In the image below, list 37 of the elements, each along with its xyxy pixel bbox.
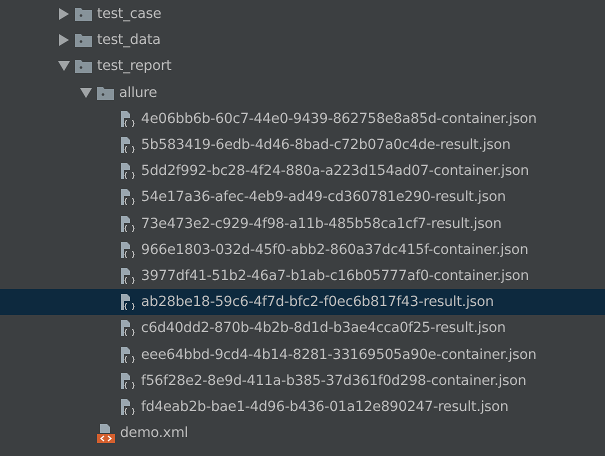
collapsed-arrow-icon[interactable] xyxy=(58,8,70,20)
folder-name[interactable]: test_case xyxy=(97,6,162,22)
file-name[interactable]: c6d40dd2-870b-4b2b-8d1d-b3ae4cca0f25-result.json xyxy=(141,320,506,336)
folder-name[interactable]: test_report xyxy=(97,58,172,74)
json-file-icon xyxy=(119,162,136,180)
file-name[interactable]: 5dd2f992-bc28-4f24-880a-a223d154ad07-container.json xyxy=(141,163,529,180)
json-file-icon xyxy=(119,319,136,338)
file-name[interactable]: 4e06bb6b-60c7-44e0-9439-862758e8a85d-container.json xyxy=(141,110,537,127)
json-file-icon xyxy=(119,346,136,364)
file-name[interactable]: f56f28e2-8e9d-411a-b385-37d361f0d298-container.json xyxy=(141,372,526,389)
folder-icon xyxy=(75,7,92,22)
json-file-icon xyxy=(119,293,136,312)
json-file-icon xyxy=(119,214,136,233)
json-file-icon xyxy=(119,240,136,259)
folder-name[interactable]: test_data xyxy=(97,32,161,48)
json-file-icon xyxy=(119,188,136,206)
json-file-icon xyxy=(119,398,136,416)
file-name[interactable]: 3977df41-51b2-46a7-b1ab-c16b05777af0-container.json xyxy=(141,268,529,284)
xml-file-icon xyxy=(97,423,115,444)
folder-icon xyxy=(97,86,114,100)
json-file-icon xyxy=(119,266,136,285)
file-name[interactable]: demo.xml xyxy=(120,425,188,442)
file-name[interactable]: 73e473e2-c929-4f98-a11b-485b58ca1cf7-result.json xyxy=(141,216,502,232)
json-file-icon xyxy=(119,372,136,390)
file-name[interactable]: 966e1803-032d-45f0-abb2-860a37dc415f-container.json xyxy=(141,242,528,258)
expanded-arrow-icon[interactable] xyxy=(58,60,70,72)
folder-name[interactable]: allure xyxy=(119,84,158,101)
collapsed-arrow-icon[interactable] xyxy=(58,34,70,46)
json-file-icon xyxy=(119,136,136,154)
file-name[interactable]: 5b583419-6edb-4d46-8bad-c72b07a0c4de-result.json xyxy=(141,137,511,154)
file-name[interactable]: eee64bbd-9cd4-4b14-8281-33169505a90e-container.json xyxy=(141,346,536,363)
json-file-icon xyxy=(119,110,136,128)
folder-icon xyxy=(75,33,92,48)
file-name[interactable]: fd4eab2b-bae1-4d96-b436-01a12e890247-result.json xyxy=(141,398,508,415)
expanded-arrow-icon[interactable] xyxy=(80,86,92,99)
folder-icon xyxy=(75,59,92,74)
file-name[interactable]: 54e17a36-afec-4eb9-ad49-cd360781e290-result.json xyxy=(141,189,506,206)
